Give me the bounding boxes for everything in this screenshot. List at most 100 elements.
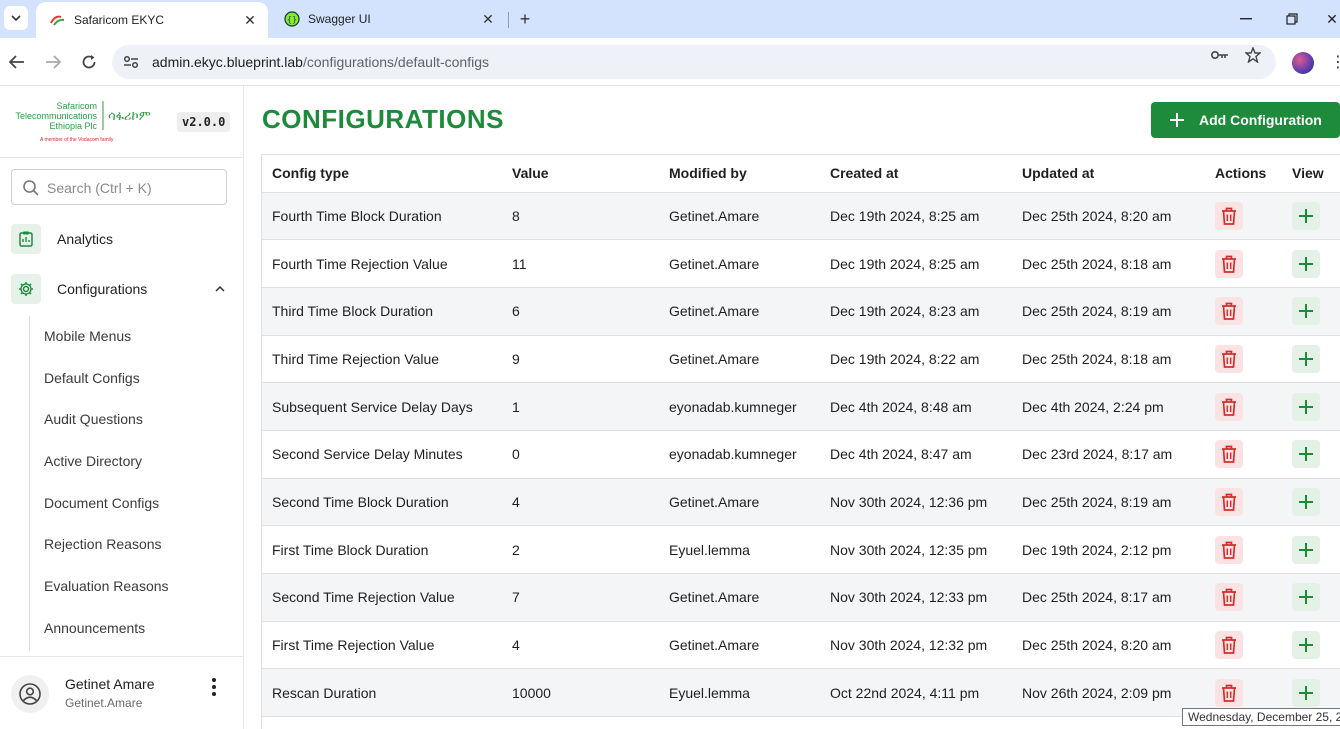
sidebar-subitem-mobile-menus[interactable]: Mobile Menus — [44, 328, 131, 344]
version-badge: v2.0.0 — [177, 112, 231, 132]
view-button[interactable] — [1292, 392, 1320, 421]
tab-safaricom-ekyc[interactable]: Safaricom EKYC ✕ — [36, 2, 268, 38]
table-row[interactable]: Second Time Block Duration 4 Getinet.Amare… — [262, 478, 1340, 527]
address-bar[interactable]: admin.ekyc.blueprint.lab/configurations/… — [112, 45, 1276, 79]
cell-config-type: Third Time Block Duration — [262, 287, 502, 336]
delete-button[interactable] — [1215, 392, 1243, 421]
sidebar-item-configurations[interactable]: Configurations — [11, 272, 233, 306]
minimize-icon[interactable] — [1232, 8, 1260, 30]
add-configuration-button[interactable]: Add Configuration — [1151, 102, 1340, 138]
new-tab-button[interactable]: + — [514, 8, 536, 30]
delete-button[interactable] — [1215, 487, 1243, 516]
delete-button[interactable] — [1215, 631, 1243, 660]
table-row[interactable]: Fourth Time Block Duration 8 Getinet.Amare… — [262, 192, 1340, 241]
close-tab-icon[interactable]: ✕ — [240, 10, 260, 30]
cell-actions — [1205, 239, 1282, 288]
cell-view — [1282, 382, 1340, 431]
view-button[interactable] — [1292, 440, 1320, 469]
user-menu-kebab-icon[interactable] — [206, 675, 222, 699]
cell-modified-by: Eyuel.lemma — [659, 525, 820, 574]
tab-swagger-ui[interactable]: {} Swagger UI ✕ — [270, 0, 506, 38]
table-row[interactable]: Third Time Rejection Value 9 Getinet.Amare… — [262, 335, 1340, 384]
forward-arrow-icon[interactable] — [41, 50, 65, 74]
sidebar-subitem-rejection-reasons[interactable]: Rejection Reasons — [44, 536, 162, 552]
column-header-created-at[interactable]: Created at — [820, 155, 1012, 193]
view-button[interactable] — [1292, 678, 1320, 707]
trash-icon — [1220, 587, 1238, 607]
sidebar-subitem-audit-questions[interactable]: Audit Questions — [44, 411, 143, 427]
cell-actions — [1205, 621, 1282, 670]
profile-avatar[interactable] — [1292, 52, 1314, 74]
site-settings-icon[interactable] — [122, 53, 140, 71]
reload-icon[interactable] — [77, 50, 101, 74]
cell-actions — [1205, 192, 1282, 241]
view-button[interactable] — [1292, 297, 1320, 326]
safaricom-favicon-icon — [50, 12, 66, 28]
close-tab-icon[interactable]: ✕ — [478, 9, 498, 29]
cell-config-type: Third Time Rejection Value — [262, 335, 502, 384]
table-row[interactable]: First Time Block Duration 2 Eyuel.lemma Nov… — [262, 525, 1340, 574]
column-header-updated-at[interactable]: Updated at — [1012, 155, 1205, 193]
table-row[interactable]: Fourth Time Rejection Value 11 Getinet.Ama… — [262, 239, 1340, 288]
view-button[interactable] — [1292, 535, 1320, 564]
table-row[interactable]: First Time Rejection Value 4 Getinet.Amare… — [262, 621, 1340, 670]
restore-icon[interactable] — [1278, 8, 1306, 30]
table-header-row: Config type Value Modified by Created at… — [262, 155, 1340, 193]
sidebar-subitem-active-directory[interactable]: Active Directory — [44, 453, 142, 469]
cell-value: 4 — [502, 478, 659, 527]
sidebar-subitem-announcements[interactable]: Announcements — [44, 620, 145, 636]
svg-text:A member of the Vodacom family: A member of the Vodacom family — [40, 137, 114, 143]
table-row[interactable]: Third Time Block Duration 6 Getinet.Amare D… — [262, 287, 1340, 336]
table-row[interactable]: Subsequent Service Delay Days 1 eyonadab.k… — [262, 382, 1340, 431]
browser-menu-icon[interactable]: ⋮ — [1330, 52, 1340, 74]
cell-updated-at: Dec 25th 2024, 8:18 am — [1012, 239, 1205, 288]
delete-button[interactable] — [1215, 297, 1243, 326]
sidebar-subitem-document-configs[interactable]: Document Configs — [44, 495, 159, 511]
password-key-icon[interactable] — [1210, 46, 1230, 64]
user-avatar-icon[interactable] — [11, 675, 49, 713]
delete-button[interactable] — [1215, 535, 1243, 564]
close-window-icon[interactable]: ✕ — [1318, 8, 1340, 30]
cell-modified-by: Getinet.Amare — [659, 335, 820, 384]
sidebar-subitem-evaluation-reasons[interactable]: Evaluation Reasons — [44, 578, 169, 594]
view-button[interactable] — [1292, 631, 1320, 660]
table-row[interactable]: Second Service Delay Minutes 0 eyonadab.ku… — [262, 430, 1340, 479]
trash-icon — [1220, 683, 1238, 703]
cell-value: 8 — [502, 192, 659, 241]
table-row[interactable]: Rescan Duration 10000 Eyuel.lemma Oct 22nd … — [262, 668, 1340, 718]
sidebar-subitem-default-configs[interactable]: Default Configs — [44, 370, 140, 386]
svg-text:Safaricom: Safaricom — [56, 101, 97, 111]
view-button[interactable] — [1292, 487, 1320, 516]
chevron-up-icon[interactable] — [213, 282, 227, 296]
search-input[interactable]: Search (Ctrl + K) — [11, 169, 227, 205]
view-button[interactable] — [1292, 344, 1320, 373]
bookmark-star-icon[interactable] — [1243, 46, 1263, 64]
cell-created-at: Oct 22nd 2024, 4:11 pm — [820, 668, 1012, 718]
back-arrow-icon[interactable] — [5, 50, 29, 74]
plus-icon — [1297, 207, 1315, 225]
delete-button[interactable] — [1215, 583, 1243, 612]
cell-created-at: Nov 30th 2024, 12:36 pm — [820, 478, 1012, 527]
svg-text:ሳፋሪኮም: ሳፋሪኮም — [108, 109, 151, 124]
table-row[interactable]: Second Time Rejection Value 7 Getinet.Amar… — [262, 573, 1340, 622]
sidebar-item-analytics[interactable]: Analytics — [11, 222, 233, 256]
cell-updated-at: Nov 26th 2024, 2:09 pm — [1012, 668, 1205, 718]
cell-created-at: Nov 30th 2024, 12:32 pm — [820, 621, 1012, 670]
sidebar-item-label: Analytics — [57, 231, 114, 247]
delete-button[interactable] — [1215, 440, 1243, 469]
cell-modified-by: Getinet.Amare — [659, 287, 820, 336]
column-header-modified-by[interactable]: Modified by — [659, 155, 820, 193]
column-header-config-type[interactable]: Config type — [262, 155, 502, 193]
column-header-value[interactable]: Value — [502, 155, 659, 193]
view-button[interactable] — [1292, 249, 1320, 278]
delete-button[interactable] — [1215, 201, 1243, 230]
delete-button[interactable] — [1215, 678, 1243, 707]
delete-button[interactable] — [1215, 344, 1243, 373]
cell-view — [1282, 525, 1340, 574]
delete-button[interactable] — [1215, 249, 1243, 278]
view-button[interactable] — [1292, 583, 1320, 612]
view-button[interactable] — [1292, 201, 1320, 230]
plus-icon — [1297, 493, 1315, 511]
tab-search-menu-button[interactable] — [4, 6, 28, 30]
cell-view — [1282, 335, 1340, 384]
